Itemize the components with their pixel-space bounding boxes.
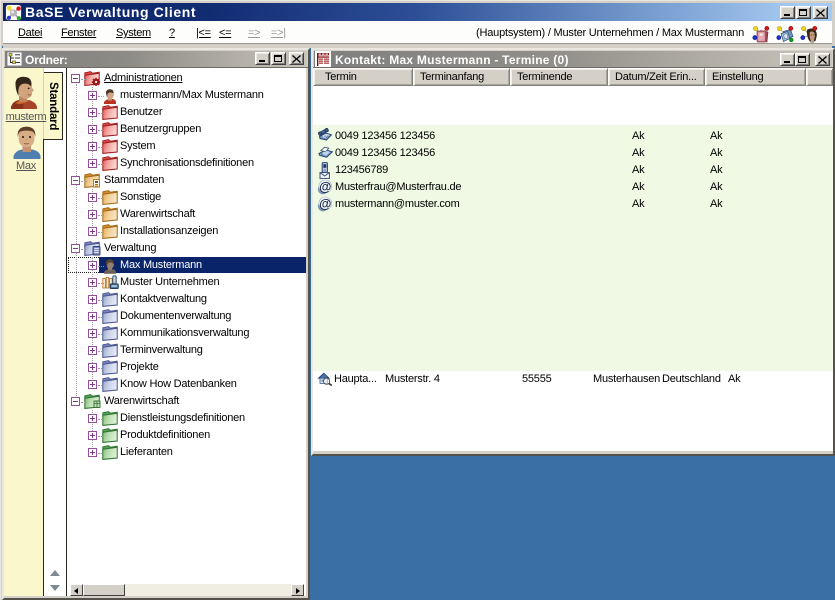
svg-text:@: @	[319, 180, 331, 194]
svg-text:@: @	[319, 197, 331, 211]
